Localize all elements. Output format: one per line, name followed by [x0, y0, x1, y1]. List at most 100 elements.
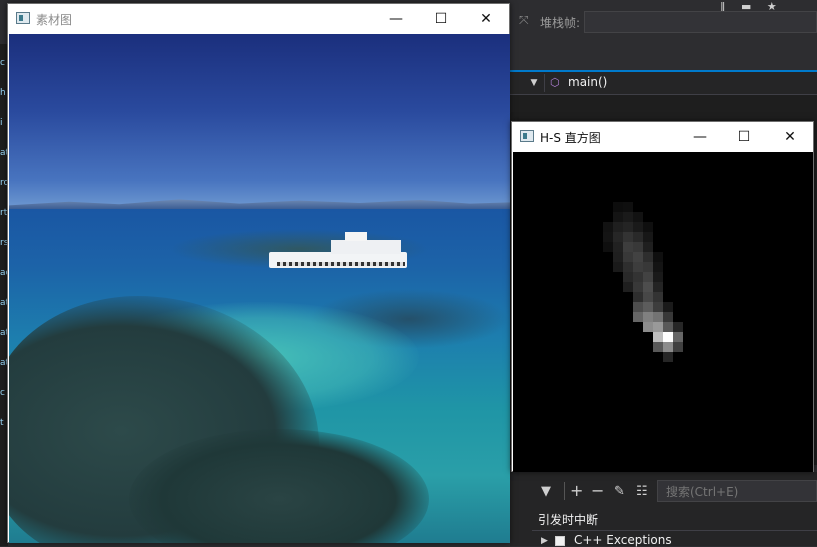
histogram-bin — [663, 332, 673, 342]
histogram-bin — [623, 232, 633, 242]
histogram-bin — [653, 292, 663, 302]
app-icon — [520, 130, 534, 142]
stack-frame-dropdown[interactable] — [584, 11, 817, 33]
boat-windows — [277, 262, 405, 266]
histogram-bin — [613, 232, 623, 242]
window-title: 素材图 — [36, 13, 73, 27]
boat-deck — [331, 240, 401, 254]
histogram-bin — [643, 282, 653, 292]
expand-arrow-icon[interactable]: ▶ — [541, 536, 548, 546]
histogram-bin — [633, 272, 643, 282]
boat-bridge — [345, 232, 367, 241]
histogram-bin — [643, 302, 653, 312]
close-button[interactable]: ✕ — [775, 126, 805, 148]
histogram-bin — [623, 202, 633, 212]
histogram-bin — [653, 312, 663, 322]
histogram-bin — [603, 232, 613, 242]
source-image-window[interactable]: 素材图 — ☐ ✕ — [7, 3, 510, 543]
histogram-bin — [663, 352, 673, 362]
histogram-bin — [613, 222, 623, 232]
histogram-bin — [623, 242, 633, 252]
close-button[interactable]: ✕ — [471, 8, 501, 30]
list-icon[interactable]: ☷ — [636, 484, 648, 499]
histogram-bin — [643, 242, 653, 252]
nav-divider — [544, 74, 545, 92]
histogram-bin — [653, 282, 663, 292]
histogram-bin — [633, 312, 643, 322]
histogram-bin — [663, 322, 673, 332]
search-input[interactable] — [664, 484, 817, 500]
histogram-bin — [653, 302, 663, 312]
histogram-bin — [623, 212, 633, 222]
histogram-bin — [653, 252, 663, 262]
histogram-bin — [653, 322, 663, 332]
histogram-bin — [623, 282, 633, 292]
chevron-down-icon[interactable]: ▼ — [525, 74, 543, 92]
histogram-bin — [633, 212, 643, 222]
code-fragment: h — [0, 88, 6, 98]
histogram-bin — [663, 302, 673, 312]
divider — [532, 530, 817, 531]
histogram-bin — [603, 242, 613, 252]
histogram-bin — [643, 252, 653, 262]
histogram-bin — [663, 312, 673, 322]
histogram-bin — [623, 222, 633, 232]
histogram-bin — [643, 322, 653, 332]
histogram-bin — [653, 262, 663, 272]
add-icon[interactable]: + — [570, 481, 583, 500]
histogram-bin — [643, 262, 653, 272]
histogram-bin — [633, 242, 643, 252]
remove-icon[interactable]: − — [591, 481, 604, 500]
histogram-bin — [613, 212, 623, 222]
exception-item-label[interactable]: C++ Exceptions — [574, 533, 672, 547]
minimize-button[interactable]: — — [685, 126, 715, 148]
histogram-window[interactable]: H-S 直方图 — ☐ ✕ — [511, 121, 814, 472]
code-fragment: c — [0, 58, 5, 68]
histogram-bin — [643, 272, 653, 282]
histogram-bin — [633, 262, 643, 272]
histogram-bin — [673, 322, 683, 332]
reef-photo — [9, 34, 510, 543]
window-title: H-S 直方图 — [540, 131, 601, 145]
edit-icon[interactable]: ✎ — [614, 484, 625, 499]
histogram-bin — [643, 222, 653, 232]
histogram-bin — [663, 342, 673, 352]
histogram-bin — [623, 262, 633, 272]
histogram-bin — [673, 332, 683, 342]
histogram-bin — [613, 202, 623, 212]
histogram-bin — [623, 252, 633, 262]
histogram-bin — [673, 342, 683, 352]
histogram-bin — [653, 332, 663, 342]
histogram-bin — [613, 262, 623, 272]
histogram-bin — [643, 312, 653, 322]
stack-frame-label: 堆栈帧: — [540, 16, 581, 30]
histogram-bin — [613, 242, 623, 252]
histogram-bin — [633, 222, 643, 232]
exception-checkbox[interactable] — [555, 536, 565, 546]
code-fragment: c — [0, 388, 5, 398]
histogram-bin — [623, 272, 633, 282]
window-titlebar[interactable]: H-S 直方图 — ☐ ✕ — [512, 122, 813, 152]
maximize-button[interactable]: ☐ — [426, 8, 456, 30]
window-titlebar[interactable]: 素材图 — ☐ ✕ — [8, 4, 509, 34]
function-icon: ⬡ — [550, 76, 560, 89]
histogram-bin — [643, 292, 653, 302]
code-fragment: t — [0, 418, 4, 428]
code-fragment: i — [0, 118, 3, 128]
histogram-bin — [643, 232, 653, 242]
histogram-bin — [613, 252, 623, 262]
filter-icon[interactable]: ▼ — [541, 484, 551, 499]
hs-histogram-canvas — [513, 152, 813, 472]
histogram-bin — [653, 342, 663, 352]
histogram-bin — [633, 302, 643, 312]
exception-search-box[interactable] — [657, 480, 817, 502]
break-when-thrown-header: 引发时中断 — [538, 513, 599, 527]
histogram-bin — [633, 252, 643, 262]
histogram-bin — [633, 292, 643, 302]
minimize-button[interactable]: — — [381, 8, 411, 30]
histogram-bin — [603, 222, 613, 232]
histogram-bin — [633, 282, 643, 292]
maximize-button[interactable]: ☐ — [729, 126, 759, 148]
histogram-bin — [633, 232, 643, 242]
function-selector[interactable]: main() — [568, 75, 607, 89]
